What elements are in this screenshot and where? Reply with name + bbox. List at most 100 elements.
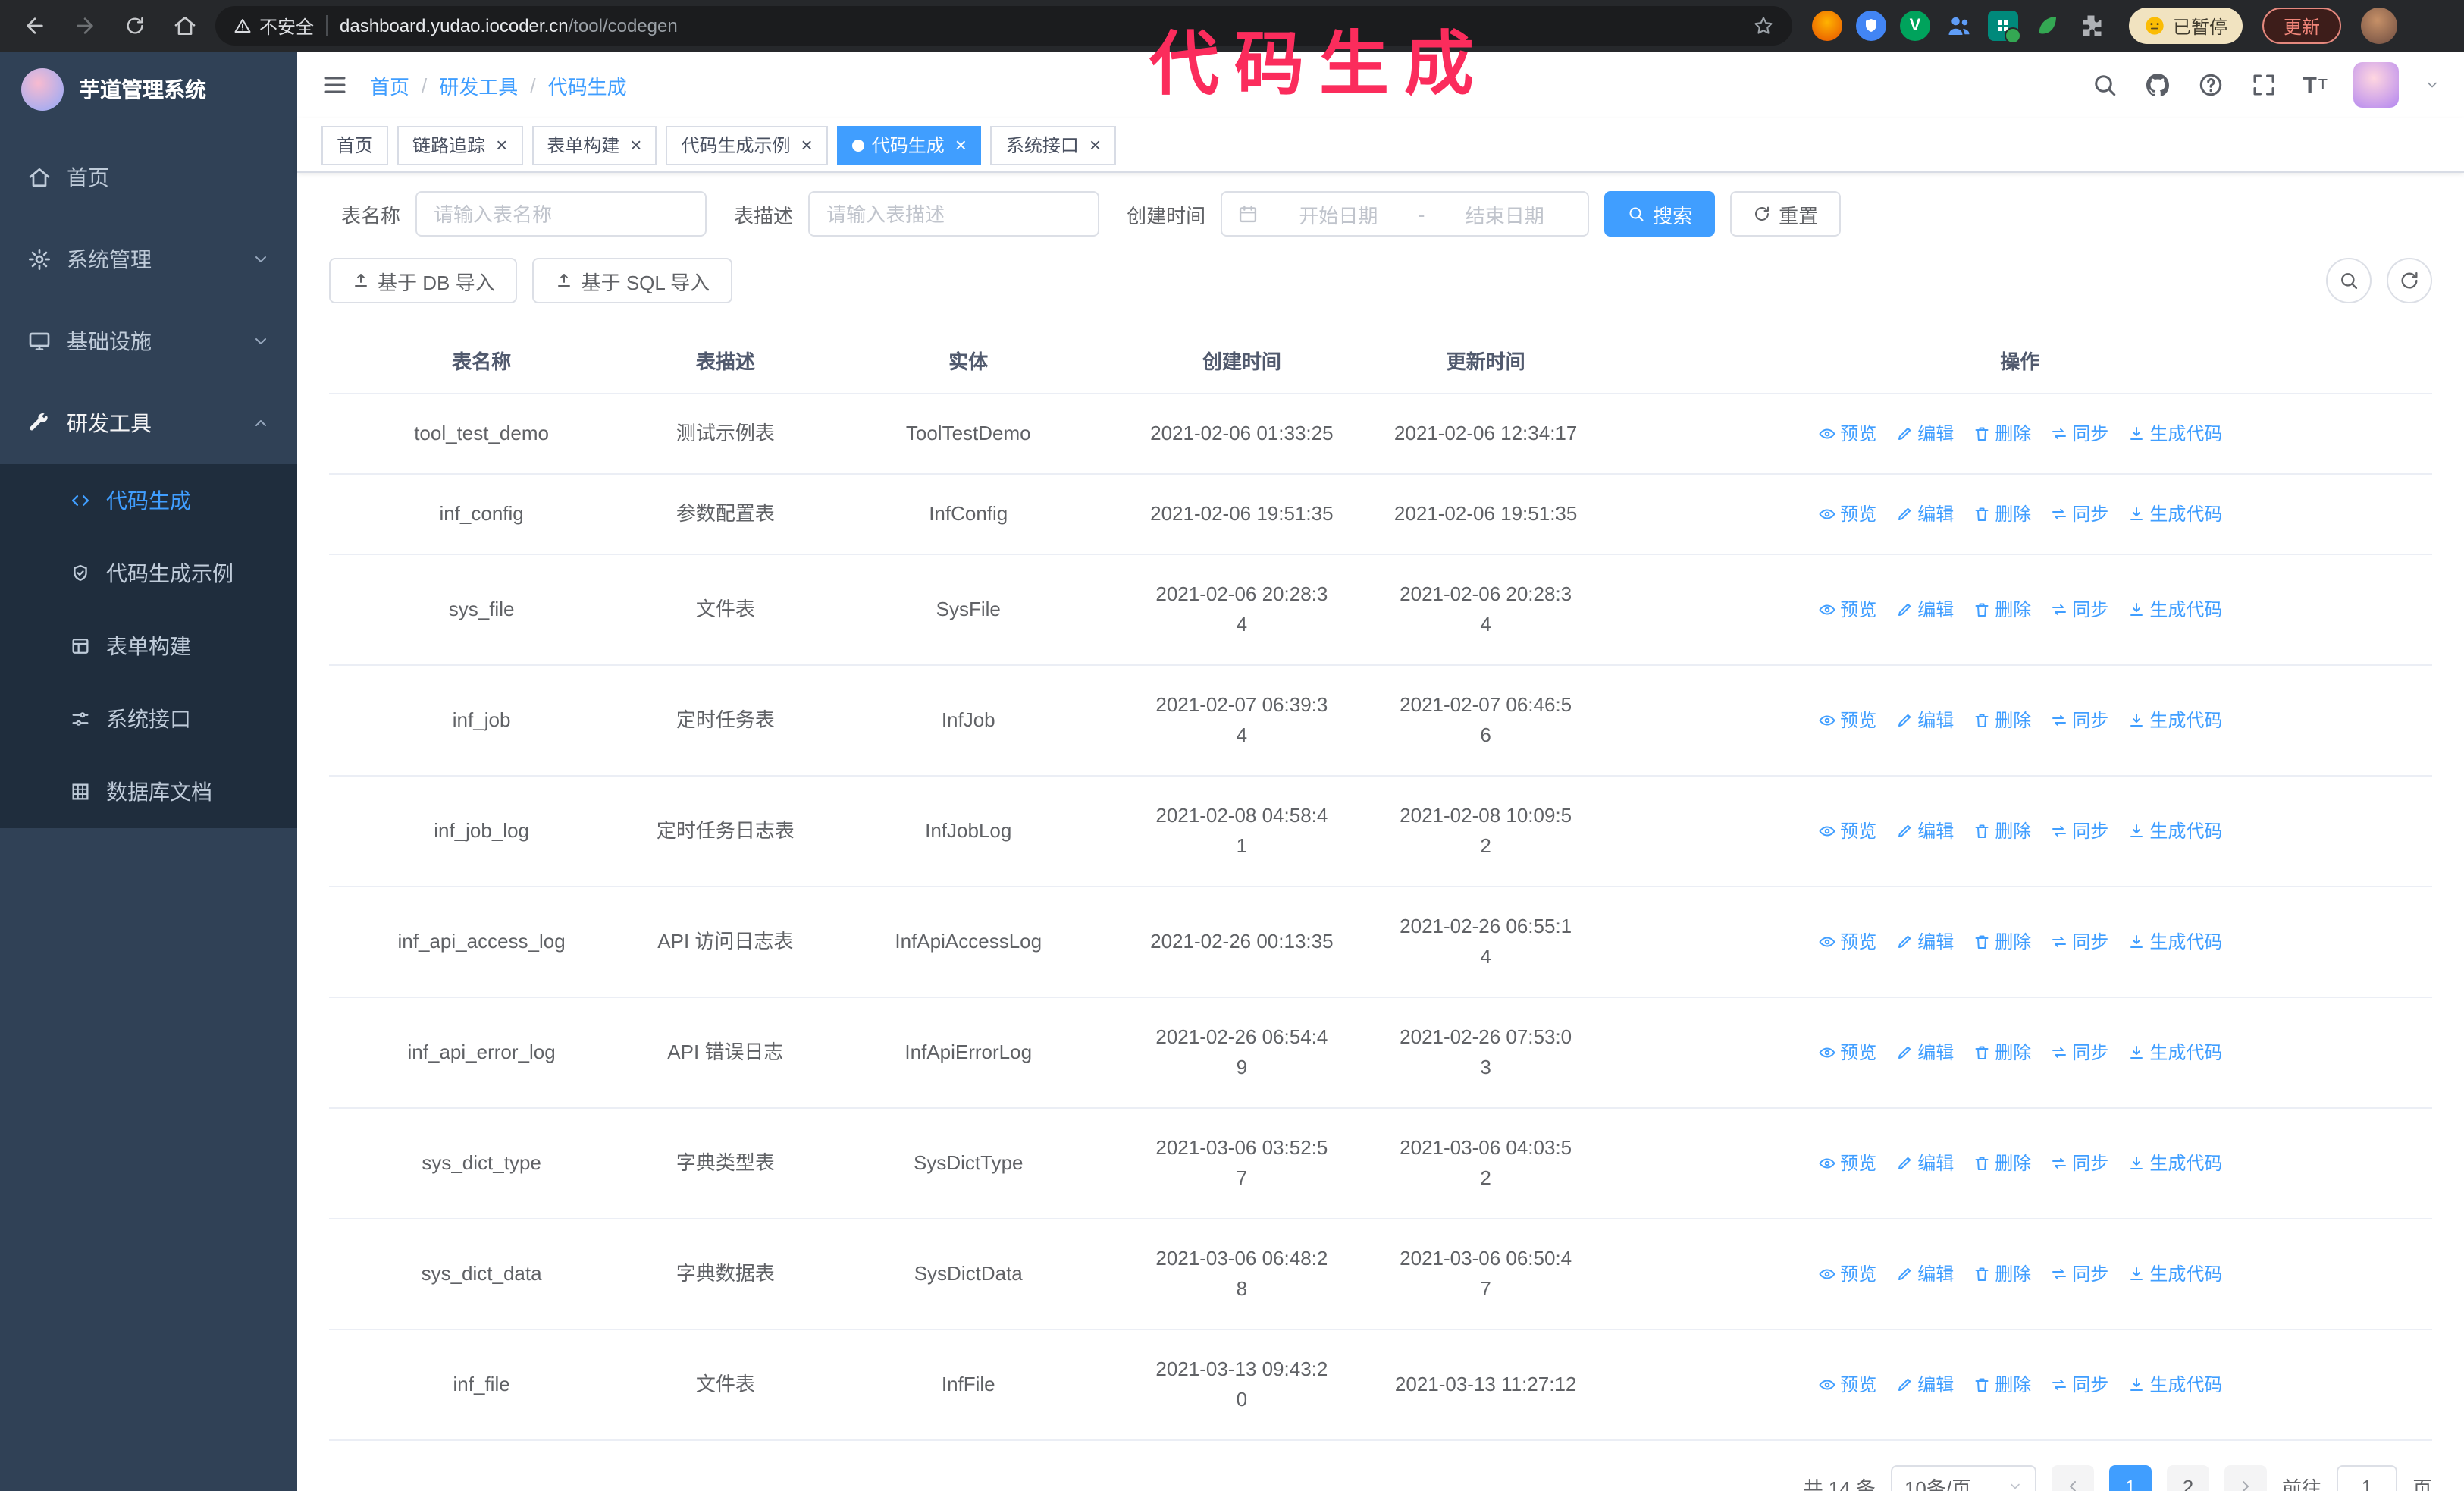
close-icon[interactable]: × [801,135,813,155]
table-row[interactable]: sys_file 文件表 SysFile 2021-02-06 20:28:3 … [329,554,2432,666]
preview-button[interactable]: 预览 [1817,1148,1876,1179]
toggle-search-button[interactable] [2326,258,2372,303]
page-size-select[interactable]: 10条/页 [1890,1465,2036,1491]
address-bar[interactable]: 不安全 dashboard.yudao.iocoder.cn/tool/code… [215,6,1792,46]
browser-profile-avatar[interactable] [2361,8,2398,44]
preview-button[interactable]: 预览 [1817,1259,1876,1289]
tab-home[interactable]: 首页 [321,125,389,165]
generate-code-button[interactable]: 生成代码 [2127,499,2222,529]
tab-api[interactable]: 系统接口 × [990,125,1117,165]
generate-code-button[interactable]: 生成代码 [2127,816,2222,846]
edit-button[interactable]: 编辑 [1895,705,1954,736]
sync-button[interactable]: 同步 [2049,1259,2108,1289]
close-icon[interactable]: × [630,135,641,155]
delete-button[interactable]: 删除 [1972,419,2031,449]
edit-button[interactable]: 编辑 [1895,1370,1954,1400]
caret-down-icon[interactable] [2425,77,2440,93]
table-row[interactable]: inf_api_error_log API 错误日志 InfApiErrorLo… [329,997,2432,1109]
sync-button[interactable]: 同步 [2049,595,2108,625]
refresh-table-button[interactable] [2387,258,2432,303]
browser-home-button[interactable] [165,6,205,46]
prev-page-button[interactable] [2051,1465,2094,1491]
tab-trace[interactable]: 链路追踪 × [397,125,523,165]
import-sql-button[interactable]: 基于 SQL 导入 [532,258,733,303]
table-desc-input[interactable] [808,191,1100,237]
generate-code-button[interactable]: 生成代码 [2127,1370,2222,1400]
edit-button[interactable]: 编辑 [1895,595,1954,625]
tab-form-builder[interactable]: 表单构建 × [531,125,657,165]
sync-button[interactable]: 同步 [2049,1148,2108,1179]
sync-button[interactable]: 同步 [2049,816,2108,846]
help-icon[interactable] [2196,71,2224,99]
search-button[interactable]: 搜索 [1604,191,1716,237]
reload-button[interactable] [115,6,155,46]
preview-button[interactable]: 预览 [1817,499,1876,529]
generate-code-button[interactable]: 生成代码 [2127,1037,2222,1068]
generate-code-button[interactable]: 生成代码 [2127,595,2222,625]
logo[interactable]: 芋道管理系统 [0,52,297,127]
delete-button[interactable]: 删除 [1972,1259,2031,1289]
preview-button[interactable]: 预览 [1817,595,1876,625]
edit-button[interactable]: 编辑 [1895,1037,1954,1068]
sidebar-item-system[interactable]: 系统管理 [0,218,297,300]
date-range-picker[interactable]: 开始日期 - 结束日期 [1221,191,1590,237]
generate-code-button[interactable]: 生成代码 [2127,1259,2222,1289]
hamburger-icon[interactable] [321,71,349,99]
leaf-extension-icon[interactable] [2032,11,2062,41]
delete-button[interactable]: 删除 [1972,595,2031,625]
sidebar-item-home[interactable]: 首页 [0,137,297,218]
grid-check-extension-icon[interactable] [1988,11,2021,44]
table-row[interactable]: inf_config 参数配置表 InfConfig 2021-02-06 19… [329,474,2432,555]
delete-button[interactable]: 删除 [1972,1037,2031,1068]
next-page-button[interactable] [2224,1465,2267,1491]
edit-button[interactable]: 编辑 [1895,1148,1954,1179]
reset-button[interactable]: 重置 [1730,191,1842,237]
sync-button[interactable]: 同步 [2049,419,2108,449]
table-row[interactable]: sys_dict_type 字典类型表 SysDictType 2021-03-… [329,1108,2432,1219]
sync-button[interactable]: 同步 [2049,927,2108,957]
sync-button[interactable]: 同步 [2049,705,2108,736]
back-button[interactable] [15,6,55,46]
tab-codegen[interactable]: 代码生成 × [836,125,982,165]
delete-button[interactable]: 删除 [1972,927,2031,957]
delete-button[interactable]: 删除 [1972,1148,2031,1179]
github-icon[interactable] [2143,71,2171,99]
sidebar-item-infra[interactable]: 基础设施 [0,300,297,382]
shield-extension-icon[interactable] [1856,11,1886,41]
preview-button[interactable]: 预览 [1817,927,1876,957]
close-icon[interactable]: × [496,135,507,155]
fox-extension-icon[interactable] [1812,11,1842,41]
generate-code-button[interactable]: 生成代码 [2127,419,2222,449]
v-badge-extension-icon[interactable]: V [1900,11,1930,41]
preview-button[interactable]: 预览 [1817,705,1876,736]
font-size-icon[interactable]: TT [2303,72,2328,98]
preview-button[interactable]: 预览 [1817,816,1876,846]
delete-button[interactable]: 删除 [1972,1370,2031,1400]
preview-button[interactable]: 预览 [1817,1370,1876,1400]
forward-button[interactable] [65,6,105,46]
user-avatar[interactable] [2353,62,2399,108]
table-row[interactable]: inf_job_log 定时任务日志表 InfJobLog 2021-02-08… [329,776,2432,887]
table-row[interactable]: inf_file 文件表 InfFile 2021-03-13 09:43:2 … [329,1329,2432,1441]
delete-button[interactable]: 删除 [1972,705,2031,736]
sidebar-item-devtools[interactable]: 研发工具 [0,382,297,464]
edit-button[interactable]: 编辑 [1895,816,1954,846]
puzzle-extension-icon[interactable] [2076,11,2106,41]
tab-codegen-example[interactable]: 代码生成示例 × [666,125,828,165]
sidebar-subitem-codegen[interactable]: 代码生成 [0,464,297,537]
sidebar-subitem-api[interactable]: 系统接口 [0,683,297,755]
edit-button[interactable]: 编辑 [1895,499,1954,529]
sync-button[interactable]: 同步 [2049,1037,2108,1068]
generate-code-button[interactable]: 生成代码 [2127,927,2222,957]
breadcrumb-home[interactable]: 首页 [370,71,409,99]
edit-button[interactable]: 编辑 [1895,927,1954,957]
bookmark-star-icon[interactable] [1753,15,1774,36]
people-extension-icon[interactable] [1944,11,1974,41]
security-chip[interactable]: 不安全 [234,13,314,39]
sidebar-subitem-form-builder[interactable]: 表单构建 [0,610,297,683]
preview-button[interactable]: 预览 [1817,419,1876,449]
table-row[interactable]: inf_api_access_log API 访问日志表 InfApiAcces… [329,887,2432,998]
sidebar-subitem-codegen-example[interactable]: 代码生成示例 [0,537,297,610]
table-row[interactable]: tool_test_demo 测试示例表 ToolTestDemo 2021-0… [329,394,2432,475]
search-icon[interactable] [2090,71,2118,99]
